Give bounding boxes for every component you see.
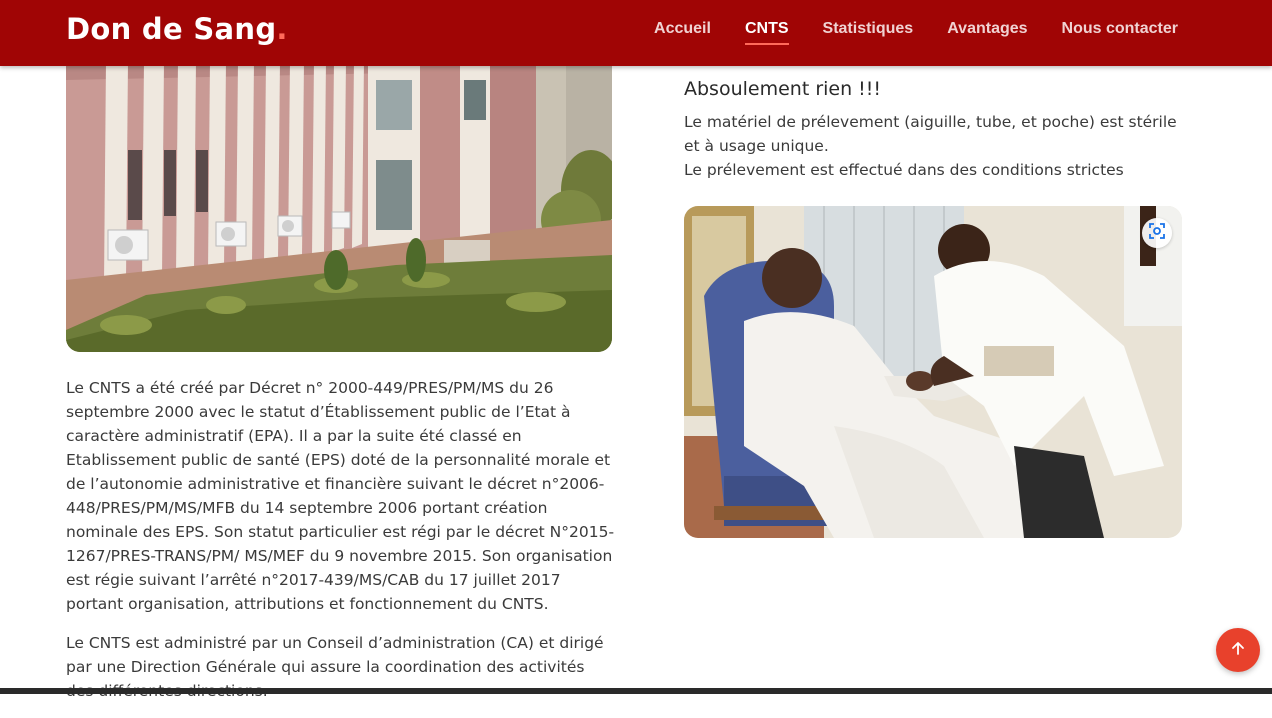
brand-name[interactable]: Don de Sang bbox=[66, 12, 276, 46]
blood-donation-photo bbox=[684, 206, 1182, 538]
scroll-to-top-button[interactable] bbox=[1216, 628, 1260, 672]
visual-search-button[interactable] bbox=[1142, 218, 1172, 248]
nav-statistiques[interactable]: Statistiques bbox=[823, 20, 914, 45]
nav-avantages[interactable]: Avantages bbox=[947, 20, 1027, 45]
section-title: Absoulement rien !!! bbox=[684, 78, 882, 100]
cnts-description: Le CNTS a été créé par Décret n° 2000-44… bbox=[66, 376, 616, 718]
section-line-1: Le matériel de prélevement (aiguille, tu… bbox=[684, 113, 1177, 155]
brand-logo[interactable]: Don de Sang. bbox=[66, 12, 288, 46]
navbar: Don de Sang. Accueil CNTS Statistiques A… bbox=[0, 0, 1272, 66]
section-body: Le matériel de prélevement (aiguille, tu… bbox=[684, 110, 1184, 182]
visual-search-icon bbox=[1148, 222, 1166, 244]
cnts-building-photo bbox=[66, 40, 612, 352]
bottom-edge bbox=[0, 688, 1272, 694]
main-nav: Accueil CNTS Statistiques Avantages Nous… bbox=[620, 20, 1178, 45]
nav-cnts[interactable]: CNTS bbox=[744, 20, 789, 45]
section-line-2: Le prélevement est effectué dans des con… bbox=[684, 161, 1124, 179]
brand-dot: . bbox=[276, 12, 288, 46]
nav-nous-contacter[interactable]: Nous contacter bbox=[1062, 20, 1178, 45]
nav-accueil[interactable]: Accueil bbox=[654, 20, 711, 45]
cnts-paragraph-1: Le CNTS a été créé par Décret n° 2000-44… bbox=[66, 379, 615, 613]
arrow-up-icon bbox=[1230, 640, 1246, 660]
